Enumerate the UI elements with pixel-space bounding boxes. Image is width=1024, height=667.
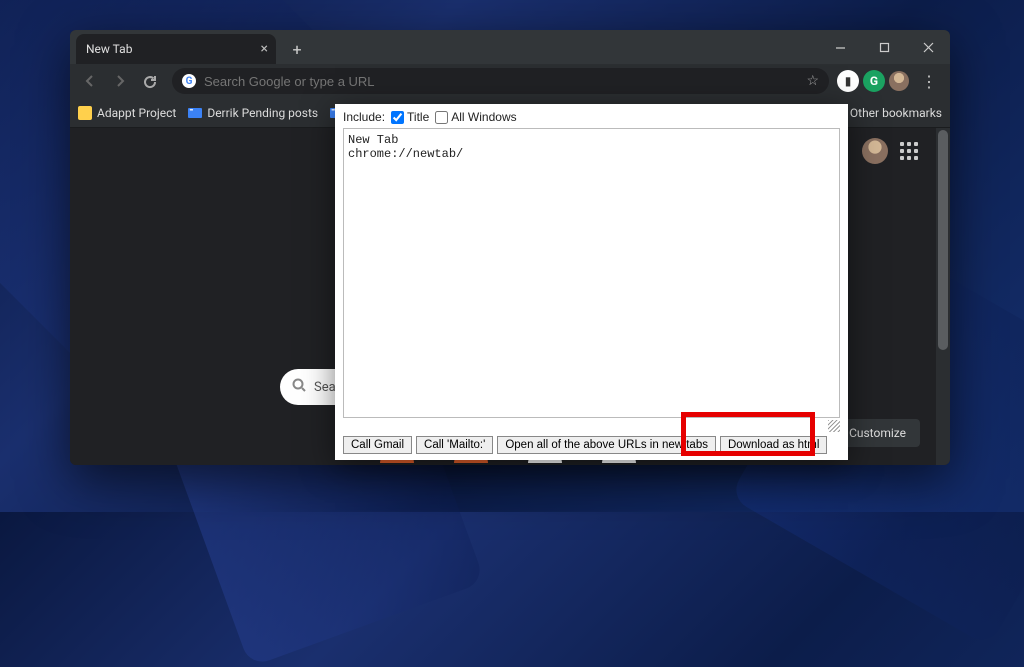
include-label: Include: bbox=[343, 110, 385, 124]
site-icon bbox=[188, 108, 202, 118]
tab-title: New Tab bbox=[86, 42, 132, 56]
call-mailto-button[interactable]: Call 'Mailto:' bbox=[416, 436, 493, 454]
forward-button[interactable] bbox=[106, 67, 134, 95]
folder-icon bbox=[78, 106, 92, 120]
maximize-button[interactable] bbox=[862, 30, 906, 64]
omnibox[interactable]: G ☆ bbox=[172, 68, 829, 94]
search-icon bbox=[292, 378, 306, 396]
kebab-menu-icon[interactable]: ⋮ bbox=[913, 72, 944, 91]
window-controls bbox=[818, 30, 950, 64]
titlebar: New Tab × + bbox=[70, 30, 950, 64]
scrollbar-thumb[interactable] bbox=[938, 130, 948, 350]
profile-avatar[interactable] bbox=[862, 138, 888, 164]
bookmark-label: Derrik Pending posts bbox=[207, 106, 318, 120]
close-window-button[interactable] bbox=[906, 30, 950, 64]
other-bookmarks-label: Other bookmarks bbox=[850, 106, 942, 120]
extension-icon[interactable]: ▮ bbox=[837, 70, 859, 92]
bookmark-label: Adappt Project bbox=[97, 106, 176, 120]
title-checkbox-label[interactable]: Title bbox=[391, 110, 429, 124]
resize-handle[interactable] bbox=[828, 420, 840, 432]
new-tab-button[interactable]: + bbox=[284, 36, 310, 62]
allwindows-text: All Windows bbox=[451, 110, 516, 124]
urls-textarea[interactable] bbox=[343, 128, 840, 418]
back-button[interactable] bbox=[76, 67, 104, 95]
allwindows-checkbox-label[interactable]: All Windows bbox=[435, 110, 516, 124]
browser-tab[interactable]: New Tab × bbox=[76, 34, 276, 64]
allwindows-checkbox[interactable] bbox=[435, 111, 448, 124]
popup-button-row: Call Gmail Call 'Mailto:' Open all of th… bbox=[343, 434, 840, 454]
address-input[interactable] bbox=[204, 74, 798, 89]
minimize-button[interactable] bbox=[818, 30, 862, 64]
call-gmail-button[interactable]: Call Gmail bbox=[343, 436, 412, 454]
reload-button[interactable] bbox=[136, 67, 164, 95]
bookmark-star-icon[interactable]: ☆ bbox=[806, 73, 819, 89]
profile-avatar-small[interactable] bbox=[889, 71, 909, 91]
extension-icons: ▮ G ⋮ bbox=[837, 70, 944, 92]
search-hint: Sea bbox=[314, 380, 336, 395]
apps-grid-icon[interactable] bbox=[900, 142, 918, 160]
google-icon: G bbox=[182, 74, 196, 88]
close-tab-icon[interactable]: × bbox=[261, 41, 268, 57]
bookmark-item-adappt[interactable]: Adappt Project bbox=[78, 106, 176, 120]
bookmark-item-derrik[interactable]: Derrik Pending posts bbox=[188, 106, 318, 120]
other-bookmarks[interactable]: Other bookmarks bbox=[850, 106, 942, 120]
extension-popup: Include: Title All Windows Call Gmail Ca… bbox=[335, 104, 848, 460]
scrollbar[interactable] bbox=[936, 128, 950, 465]
toolbar: G ☆ ▮ G ⋮ bbox=[70, 64, 950, 98]
popup-options-row: Include: Title All Windows bbox=[343, 108, 840, 128]
open-all-urls-button[interactable]: Open all of the above URLs in new tabs bbox=[497, 436, 716, 454]
download-as-html-button[interactable]: Download as html bbox=[720, 436, 827, 454]
title-checkbox[interactable] bbox=[391, 111, 404, 124]
title-text: Title bbox=[407, 110, 429, 124]
google-search-box[interactable]: Sea bbox=[280, 369, 336, 405]
grammarly-icon[interactable]: G bbox=[863, 70, 885, 92]
